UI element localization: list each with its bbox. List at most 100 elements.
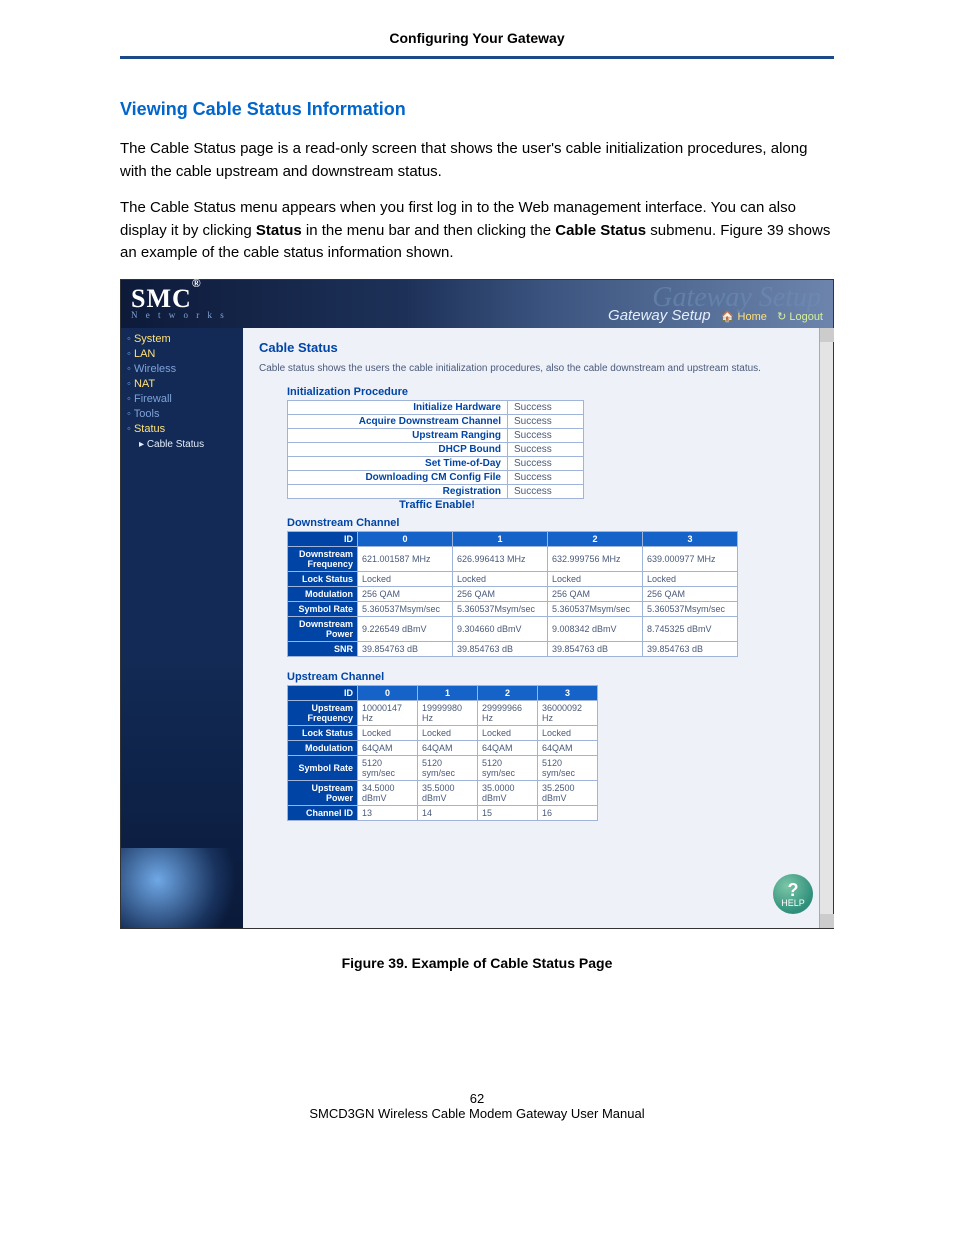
chan-row-label: Symbol Rate [288, 601, 358, 616]
chan-cell: 34.5000 dBmV [358, 780, 418, 805]
sidebar-item-wireless[interactable]: ◦ Wireless [127, 362, 243, 377]
upstream-label: Upstream Channel [287, 671, 817, 683]
chan-header: 2 [548, 531, 643, 546]
traffic-enable-text: Traffic Enable! [287, 499, 587, 511]
chan-cell: Locked [358, 571, 453, 586]
content-pane: Cable Status Cable status shows the user… [243, 328, 833, 928]
chan-cell: Locked [453, 571, 548, 586]
chan-cell: 39.854763 dB [453, 641, 548, 656]
init-row-label: Set Time-of-Day [288, 456, 508, 470]
sidebar-item-firewall[interactable]: ◦ Firewall [127, 392, 243, 407]
chan-row-label: Downstream Power [288, 616, 358, 641]
upstream-channel-table: ID0123Upstream Frequency10000147 Hz19999… [287, 685, 598, 821]
para2-b: in the menu bar and then clicking the [302, 222, 556, 239]
chan-cell: 9.008342 dBmV [548, 616, 643, 641]
chan-cell: 15 [478, 805, 538, 820]
chan-header: 0 [358, 685, 418, 700]
chan-cell: 9.226549 dBmV [358, 616, 453, 641]
chan-cell: 16 [538, 805, 598, 820]
chan-cell: 13 [358, 805, 418, 820]
sidebar-item-status[interactable]: ◦ Status [127, 422, 243, 437]
downstream-label: Downstream Channel [287, 517, 817, 529]
banner-sub: Gateway Setup 🏠 Home ↻ Logout [608, 307, 823, 324]
chan-cell: 5.360537Msym/sec [643, 601, 738, 616]
sidebar-label: System [134, 333, 171, 345]
chan-cell: 632.999756 MHz [548, 546, 643, 571]
chan-cell: 5120 sym/sec [478, 755, 538, 780]
init-row-value: Success [508, 400, 584, 414]
chan-row-label: Lock Status [288, 725, 358, 740]
chan-cell: 256 QAM [643, 586, 738, 601]
doc-footer: 62 SMCD3GN Wireless Cable Modem Gateway … [0, 991, 954, 1161]
home-link[interactable]: 🏠 Home [721, 311, 767, 323]
init-row-label: Acquire Downstream Channel [288, 414, 508, 428]
downstream-channel-table: ID0123Downstream Frequency621.001587 MHz… [287, 531, 738, 657]
banner-title: Gateway Setup [608, 307, 711, 324]
chan-cell: 5120 sym/sec [358, 755, 418, 780]
chan-cell: 64QAM [478, 740, 538, 755]
chan-cell: 5.360537Msym/sec [548, 601, 643, 616]
home-label: Home [738, 311, 767, 323]
sidebar-item-lan[interactable]: ◦ LAN [127, 347, 243, 362]
chan-header: 0 [358, 531, 453, 546]
chan-cell: 14 [418, 805, 478, 820]
chan-cell: 9.304660 dBmV [453, 616, 548, 641]
chan-cell: 19999980 Hz [418, 700, 478, 725]
chan-cell: 39.854763 dB [358, 641, 453, 656]
sidebar-item-tools[interactable]: ◦ Tools [127, 407, 243, 422]
chan-cell: 256 QAM [453, 586, 548, 601]
chan-row-label: SNR [288, 641, 358, 656]
para2-cable: Cable Status [555, 222, 646, 239]
para2-status: Status [256, 222, 302, 239]
paragraph-2: The Cable Status menu appears when you f… [120, 197, 834, 265]
logout-label: Logout [789, 311, 823, 323]
chan-row-label: Symbol Rate [288, 755, 358, 780]
sidebar-item-nat[interactable]: ◦ NAT [127, 377, 243, 392]
chan-cell: 5120 sym/sec [538, 755, 598, 780]
chan-cell: 29999966 Hz [478, 700, 538, 725]
sidebar-label: Wireless [134, 363, 176, 375]
chan-cell: 256 QAM [358, 586, 453, 601]
footer-text: SMCD3GN Wireless Cable Modem Gateway Use… [0, 1106, 954, 1121]
logo-text: SMC [131, 284, 192, 313]
chan-cell: 5.360537Msym/sec [358, 601, 453, 616]
sidebar-label: LAN [134, 348, 155, 360]
chan-cell: Locked [478, 725, 538, 740]
init-row-label: Registration [288, 484, 508, 498]
sidebar-decor-image [121, 848, 243, 928]
sidebar: ◦ System ◦ LAN ◦ Wireless ◦ NAT ◦ Firewa… [121, 328, 243, 928]
sidebar-label: Tools [134, 408, 160, 420]
help-label: HELP [781, 898, 805, 908]
page-header: Configuring Your Gateway [120, 0, 834, 59]
init-row-label: Downloading CM Config File [288, 470, 508, 484]
chan-header: ID [288, 685, 358, 700]
chan-header: 1 [418, 685, 478, 700]
sidebar-label: NAT [134, 378, 155, 390]
chan-cell: 39.854763 dB [548, 641, 643, 656]
chan-row-label: Channel ID [288, 805, 358, 820]
logout-link[interactable]: ↻ Logout [777, 311, 823, 323]
init-row-value: Success [508, 428, 584, 442]
sidebar-label: Status [134, 423, 165, 435]
chan-cell: 639.000977 MHz [643, 546, 738, 571]
chan-cell: 35.5000 dBmV [418, 780, 478, 805]
chan-cell: 621.001587 MHz [358, 546, 453, 571]
init-row-value: Success [508, 470, 584, 484]
chan-cell: Locked [548, 571, 643, 586]
sidebar-item-cablestatus[interactable]: ▸ Cable Status [127, 437, 243, 452]
chan-cell: 626.996413 MHz [453, 546, 548, 571]
scrollbar[interactable] [819, 328, 833, 928]
chan-row-label: Lock Status [288, 571, 358, 586]
sidebar-item-system[interactable]: ◦ System [127, 332, 243, 347]
content-title: Cable Status [259, 340, 817, 355]
paragraph-1: The Cable Status page is a read-only scr… [120, 138, 834, 183]
chan-header: ID [288, 531, 358, 546]
help-button[interactable]: HELP [773, 874, 813, 914]
chan-row-label: Modulation [288, 740, 358, 755]
init-procedure-table: Initialize HardwareSuccessAcquire Downst… [287, 400, 584, 499]
init-row-value: Success [508, 484, 584, 498]
sidebar-label: Cable Status [147, 439, 204, 450]
chan-header: 3 [643, 531, 738, 546]
init-proc-label: Initialization Procedure [287, 386, 817, 398]
chan-cell: 5120 sym/sec [418, 755, 478, 780]
